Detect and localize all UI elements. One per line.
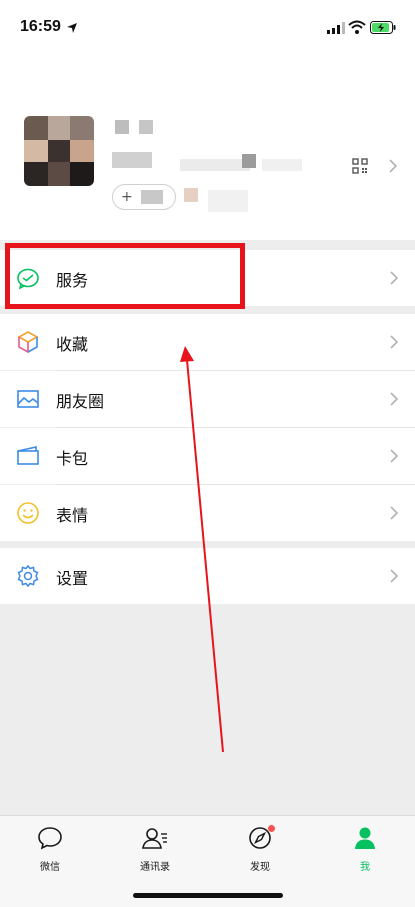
tab-label-chats: 微信 xyxy=(40,862,60,873)
contacts-icon xyxy=(142,828,167,849)
tab-label-me: 我 xyxy=(360,862,370,873)
tab-chats[interactable]: 微信 xyxy=(10,826,90,873)
notification-dot xyxy=(268,825,275,832)
tab-me[interactable]: 我 xyxy=(325,826,405,873)
home-indicator xyxy=(133,893,283,898)
tab-contacts[interactable]: 通讯录 xyxy=(115,826,195,873)
tab-discover[interactable]: 发现 xyxy=(220,825,300,873)
tab-label-discover: 发现 xyxy=(250,862,270,873)
me-icon xyxy=(355,827,375,849)
annotation-arrow xyxy=(180,346,224,753)
tab-label-contacts: 通讯录 xyxy=(140,862,170,873)
chat-icon xyxy=(38,827,62,850)
